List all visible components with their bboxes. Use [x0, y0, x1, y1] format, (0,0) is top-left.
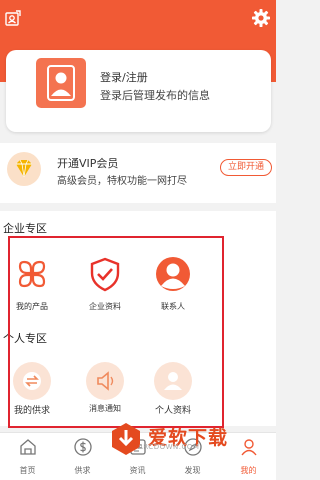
tab-label: 首页: [19, 466, 36, 475]
vip-badge: [7, 152, 41, 186]
tab-label: 资讯: [129, 466, 146, 475]
site-watermark: 爱软下载 ARCDOWN.COM: [104, 421, 276, 457]
home-icon: [19, 439, 36, 455]
avatar-icon: [47, 65, 75, 101]
login-subtitle: 登录后管理发布的信息: [100, 89, 210, 102]
vip-subtitle: 高级会员，特权功能一网打尽: [57, 176, 187, 187]
tab-supply[interactable]: 供求: [55, 437, 110, 476]
download-logo-icon: [112, 423, 140, 455]
diamond-icon: [16, 159, 32, 178]
highlight-frame: [8, 236, 224, 428]
login-title[interactable]: 登录/注册: [100, 69, 148, 85]
dollar-icon: [73, 438, 92, 456]
tab-label: 发现: [184, 466, 201, 475]
avatar[interactable]: [36, 58, 86, 108]
watermark-url: ARCDOWN.COM: [138, 443, 200, 451]
tab-label: 我的: [240, 466, 257, 475]
vip-card: 开通VIP会员 高级会员，特权功能一网打尽 立即开通: [0, 143, 276, 203]
enterprise-section-title: 企业专区: [3, 222, 47, 235]
login-card[interactable]: 登录/注册 登录后管理发布的信息: [6, 50, 271, 132]
tab-label: 供求: [74, 466, 91, 475]
profile-card-icon[interactable]: [4, 9, 22, 27]
vip-title: 开通VIP会员: [57, 157, 119, 170]
gear-icon[interactable]: [251, 8, 271, 28]
tab-home[interactable]: 首页: [0, 437, 55, 476]
vip-open-button[interactable]: 立即开通: [220, 159, 272, 176]
